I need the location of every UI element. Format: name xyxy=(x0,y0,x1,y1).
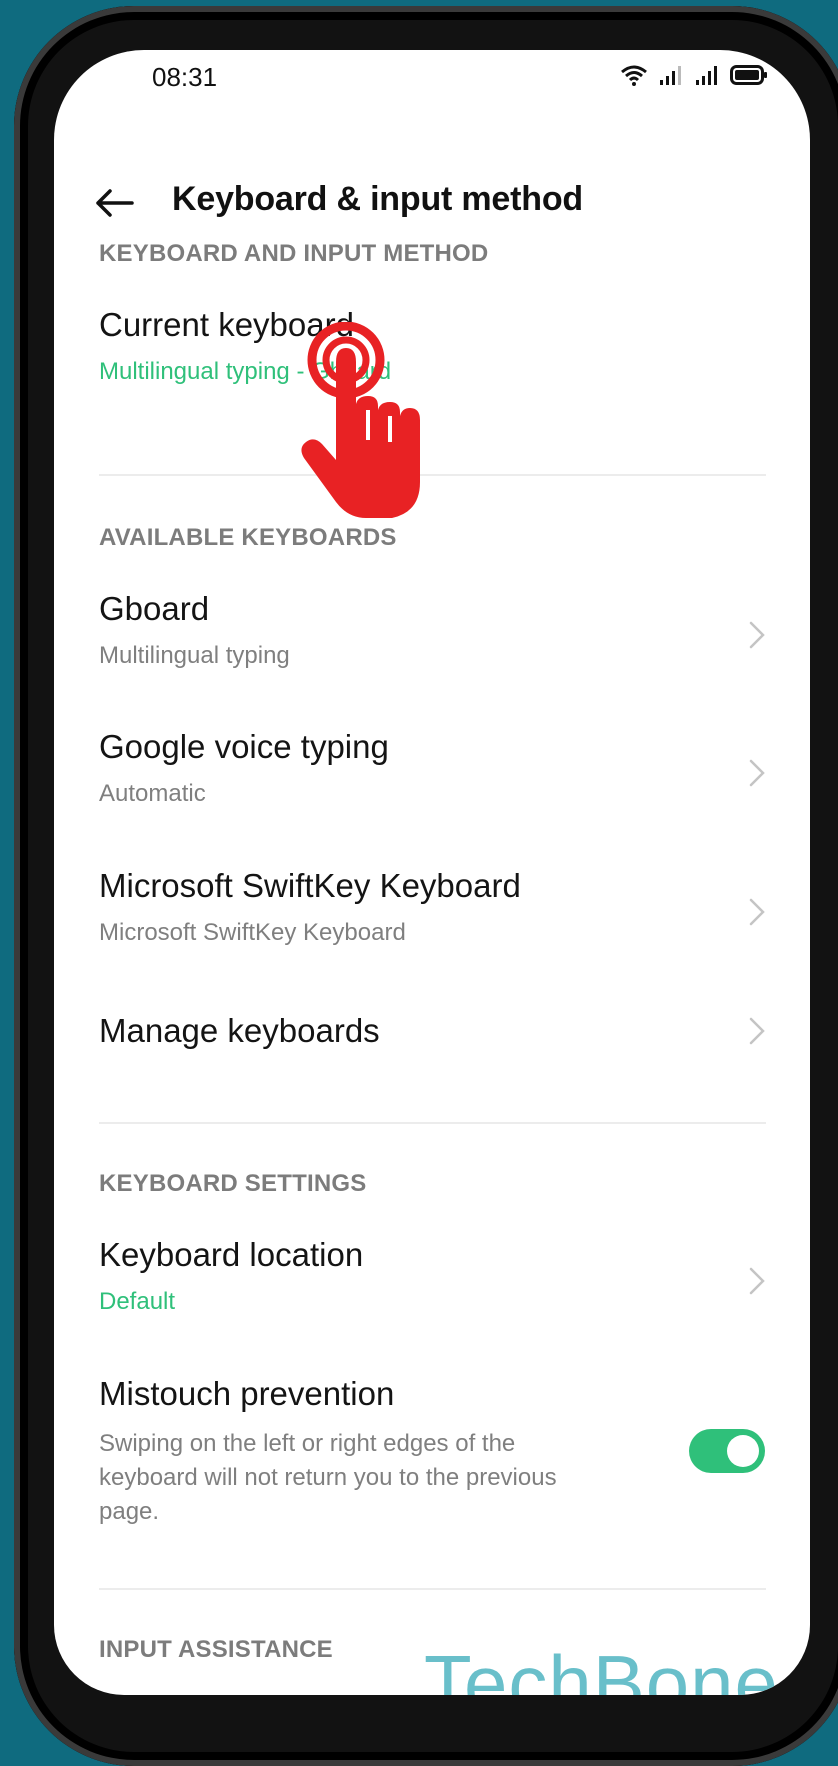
keyboard-title: Gboard xyxy=(99,590,210,627)
section-header-available-keyboards: AVAILABLE KEYBOARDS xyxy=(99,524,397,551)
signal-icon xyxy=(660,66,681,85)
chevron-right-icon xyxy=(749,1267,765,1295)
techbone-watermark: TechBone xyxy=(424,1639,779,1695)
battery-icon xyxy=(730,65,767,85)
signal-icon xyxy=(696,66,717,85)
chevron-right-icon xyxy=(749,759,765,787)
back-arrow-icon[interactable] xyxy=(94,188,134,218)
keyboard-location-value: Default xyxy=(99,1288,176,1315)
section-header-keyboard-input: KEYBOARD AND INPUT METHOD xyxy=(99,240,489,267)
keyboard-location-item[interactable]: Keyboard location Default xyxy=(54,1236,810,1336)
wifi-icon xyxy=(621,65,647,86)
keyboard-title: Microsoft SwiftKey Keyboard xyxy=(99,867,521,904)
divider xyxy=(99,1588,766,1590)
status-bar: 08:31 xyxy=(54,50,810,110)
keyboard-item-google-voice-typing[interactable]: Google voice typing Automatic xyxy=(54,728,810,828)
chevron-right-icon xyxy=(749,898,765,926)
keyboard-location-title: Keyboard location xyxy=(99,1236,364,1273)
status-icons xyxy=(620,64,768,86)
section-header-keyboard-settings: KEYBOARD SETTINGS xyxy=(99,1170,367,1197)
status-time: 08:31 xyxy=(152,62,218,92)
section-header-input-assistance: INPUT ASSISTANCE xyxy=(99,1636,333,1663)
mistouch-prevention-item: Mistouch prevention Swiping on the left … xyxy=(54,1375,810,1535)
header: Keyboard & input method xyxy=(54,170,810,240)
mistouch-toggle[interactable] xyxy=(689,1429,765,1473)
phone-screen: 08:31 Keyboard & input method KEYBOARD A… xyxy=(54,50,810,1695)
chevron-right-icon xyxy=(749,621,765,649)
toggle-knob xyxy=(727,1435,759,1467)
page-title: Keyboard & input method xyxy=(172,180,583,218)
tap-hand-icon xyxy=(301,322,420,518)
mistouch-description: Swiping on the left or right edges of th… xyxy=(99,1430,557,1525)
keyboard-title: Google voice typing xyxy=(99,728,389,765)
divider xyxy=(99,1122,766,1124)
keyboard-subtitle: Automatic xyxy=(99,780,206,807)
chevron-right-icon xyxy=(749,1017,765,1045)
keyboard-item-swiftkey[interactable]: Microsoft SwiftKey Keyboard Microsoft Sw… xyxy=(54,867,810,967)
keyboard-subtitle: Multilingual typing xyxy=(99,642,290,669)
mistouch-title: Mistouch prevention xyxy=(99,1375,395,1412)
keyboard-subtitle: Microsoft SwiftKey Keyboard xyxy=(99,919,406,946)
keyboard-item-gboard[interactable]: Gboard Multilingual typing xyxy=(54,590,810,690)
manage-keyboards-title: Manage keyboards xyxy=(99,1012,380,1049)
manage-keyboards-item[interactable]: Manage keyboards xyxy=(54,1012,810,1072)
